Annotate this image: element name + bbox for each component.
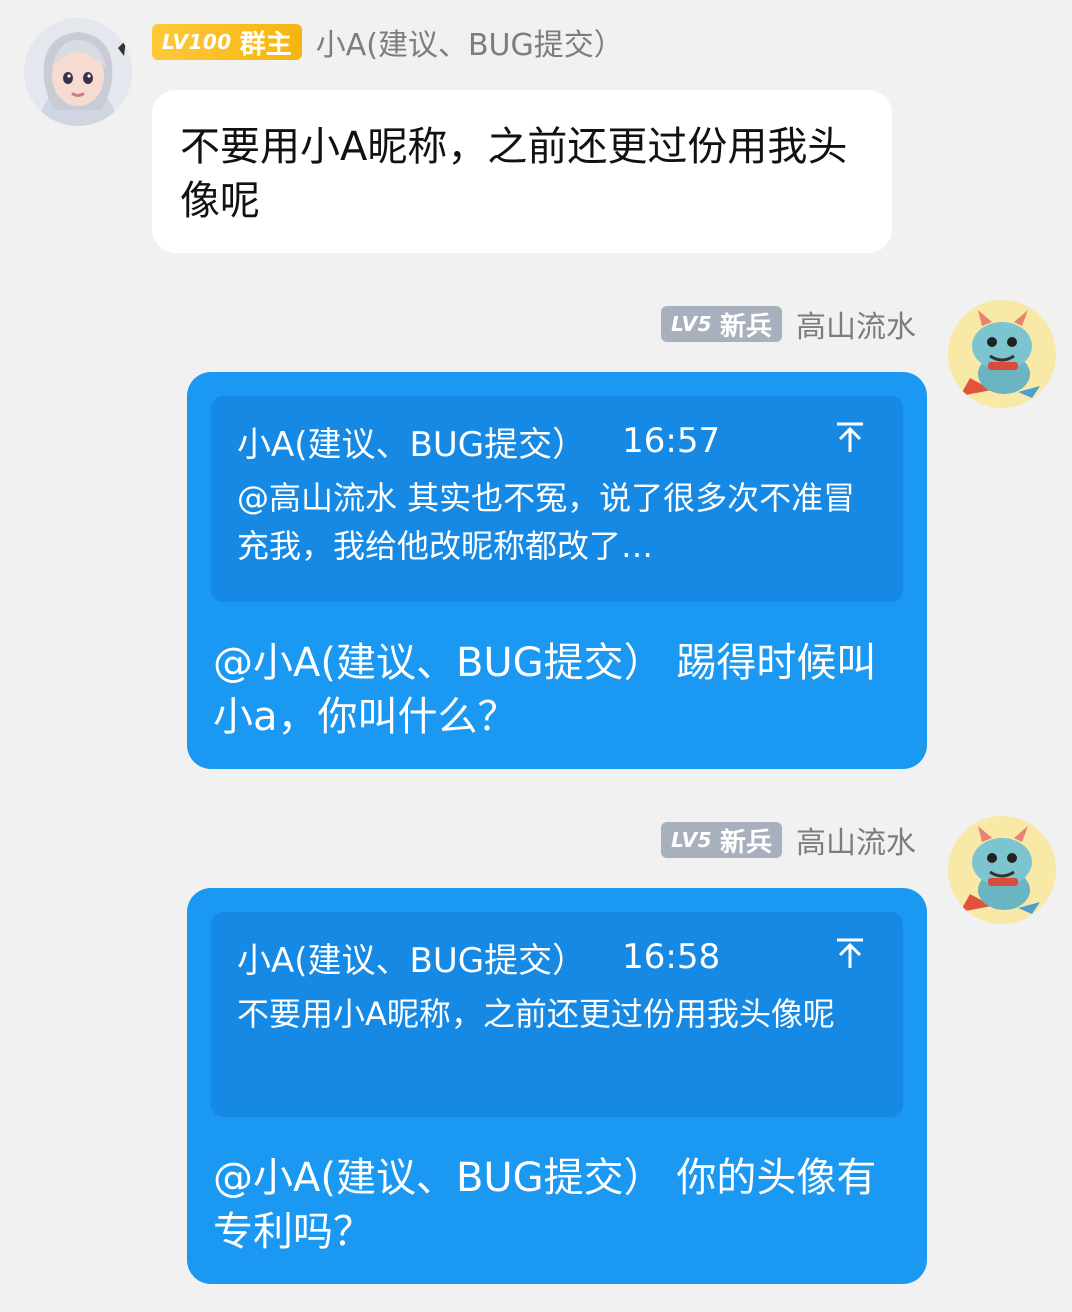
quote-time: 16:57 [622,421,721,461]
quote-text: 不要用小A昵称，之前还更过份用我头像呢 [237,995,835,1033]
self-avatar[interactable] [948,300,1056,408]
message-text: 不要用小A昵称，之前还更过份用我头像呢 [180,124,848,224]
arrow-up-icon[interactable] [835,421,865,462]
level-label: LV100 [162,30,232,54]
sender-nickname[interactable]: 小A(建议、BUG提交） [316,20,624,64]
sender-avatar[interactable] [24,18,132,126]
message-bubble[interactable]: 不要用小A昵称，之前还更过份用我头像呢 [152,90,892,253]
role-label: 新兵 [719,827,772,858]
self-message-bubble[interactable]: 小A(建议、BUG提交） 16:58 不要用小A昵称，之前还更过份用我头像呢 @… [187,888,927,1284]
role-label: 新兵 [719,311,772,342]
quote-text: @高山流水 其实也不冤，说了很多次不准冒充我，我给他改昵称都改了… [237,479,856,565]
girl-avatar-icon [24,18,132,126]
sender-nickname[interactable]: 高山流水 [796,818,916,862]
self-message-bubble[interactable]: 小A(建议、BUG提交） 16:57 @高山流水 其实也不冤，说了很多次不准冒充… [187,372,927,769]
level-label: LV5 [671,312,712,336]
message-text: @小A(建议、BUG提交） 踢得时候叫小a，你叫什么？ [213,640,877,740]
dragon-avatar-icon [948,300,1056,408]
sender-name-row: LV5 新兵 高山流水 [661,302,916,346]
quote-header: 小A(建议、BUG提交） 16:58 [237,930,879,984]
sender-name-row: LV5 新兵 高山流水 [661,818,916,862]
message-text: @小A(建议、BUG提交） 你的头像有专利吗？ [213,1155,877,1255]
sender-nickname[interactable]: 高山流水 [796,302,916,346]
quote-author: 小A(建议、BUG提交） [237,940,587,981]
quoted-message[interactable]: 小A(建议、BUG提交） 16:57 @高山流水 其实也不冤，说了很多次不准冒充… [211,396,903,602]
sender-name-row: LV100 群主 小A(建议、BUG提交） [152,20,624,64]
quote-author: 小A(建议、BUG提交） [237,424,587,465]
quoted-message[interactable]: 小A(建议、BUG提交） 16:58 不要用小A昵称，之前还更过份用我头像呢 [211,912,903,1117]
dragon-avatar-icon [948,816,1056,924]
arrow-up-icon[interactable] [835,937,865,978]
self-avatar[interactable] [948,816,1056,924]
quote-time: 16:58 [622,937,721,977]
level-badge: LV5 新兵 [661,306,782,342]
level-badge: LV100 群主 [152,24,302,60]
level-label: LV5 [671,828,712,852]
level-badge: LV5 新兵 [661,822,782,858]
quote-header: 小A(建议、BUG提交） 16:57 [237,414,879,468]
role-label: 群主 [239,29,292,60]
